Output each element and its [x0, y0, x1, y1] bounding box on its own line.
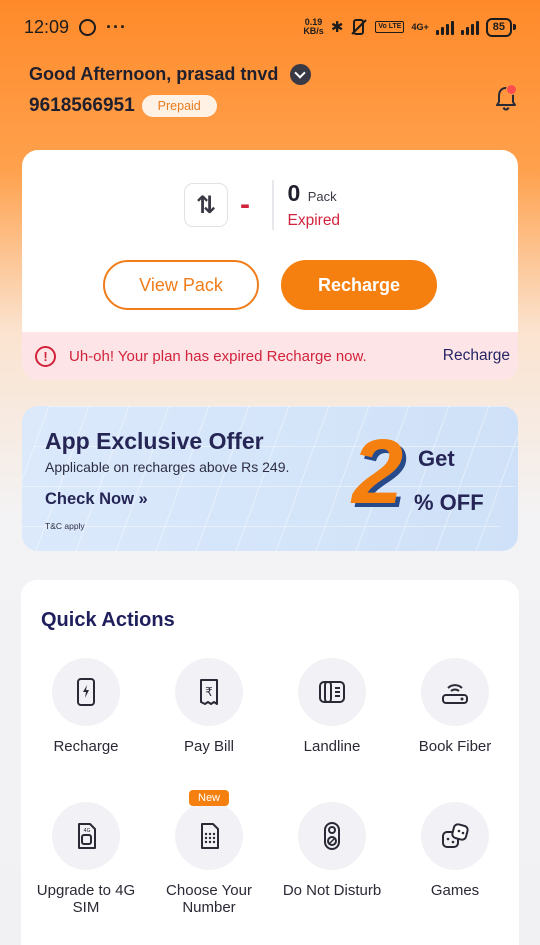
banner-text: Uh-oh! Your plan has expired Recharge no…	[69, 347, 367, 365]
data-balance: -	[240, 188, 250, 221]
signal-icon	[435, 19, 454, 35]
battery-level: 85	[485, 17, 512, 37]
pack-count: 0	[287, 180, 301, 206]
svg-text:₹: ₹	[205, 685, 213, 699]
quick-action-label: Landline	[303, 738, 361, 755]
quick-actions-card: Quick Actions Recharge ₹ Pay Bill Landli…	[21, 580, 519, 945]
quick-action-pay-bill[interactable]: ₹ Pay Bill	[147, 658, 271, 755]
recharge-button[interactable]: Recharge	[281, 260, 437, 310]
pack-status: Expired	[287, 212, 341, 229]
sim-4g-icon: 4G	[78, 823, 96, 849]
alert-icon: !	[35, 345, 56, 367]
quick-action-recharge[interactable]: Recharge	[24, 658, 148, 755]
more-notifications-icon: ···	[106, 17, 128, 37]
plan-expired-banner: ! Uh-oh! Your plan has expired Recharge …	[22, 332, 518, 380]
offer-get-text: Get	[418, 446, 455, 471]
quick-action-label: Book Fiber	[418, 738, 492, 755]
quick-action-label: Choose Your Number	[166, 882, 252, 916]
dnd-icon	[324, 822, 340, 850]
divider	[272, 180, 274, 230]
status-bar: 12:09 ··· 0.19 KB/s ✱ Vo LTE 4G+ 85	[0, 0, 540, 54]
quick-action-games[interactable]: Games	[393, 802, 517, 899]
offer-title: App Exclusive Offer	[45, 428, 264, 454]
plan-type-badge: Prepaid	[141, 95, 217, 117]
phone-number: 9618566951	[29, 95, 135, 116]
offer-terms: T&C apply	[45, 521, 85, 531]
quick-action-upgrade-4g-sim[interactable]: 4G Upgrade to 4G SIM	[24, 802, 148, 916]
pack-label: Pack	[307, 189, 337, 204]
svg-text:4G: 4G	[83, 828, 90, 834]
greeting-text: Good Afternoon, prasad tnvd	[29, 64, 279, 84]
quick-actions-title: Quick Actions	[41, 609, 175, 631]
landline-icon	[319, 681, 345, 703]
sim-number-icon	[201, 823, 219, 849]
chevron-down-icon[interactable]	[290, 64, 312, 85]
quick-action-choose-number[interactable]: Choose Your Number	[147, 802, 271, 916]
whatsapp-icon	[79, 18, 97, 36]
quick-action-do-not-disturb[interactable]: Do Not Disturb	[270, 802, 394, 899]
bluetooth-icon: ✱	[330, 19, 344, 36]
account-number-row: 9618566951 Prepaid	[29, 95, 217, 117]
banner-recharge-link[interactable]: Recharge	[443, 347, 510, 365]
volte-badge: Vo LTE	[375, 21, 405, 33]
offer-banner[interactable]: App Exclusive Offer Applicable on rechar…	[22, 406, 518, 551]
new-badge: New	[189, 790, 230, 806]
pack-summary: ⇅ - 0 Pack Expired	[184, 180, 340, 230]
rupee-bill-icon: ₹	[200, 679, 218, 705]
quick-action-label: Pay Bill	[183, 738, 235, 755]
quick-action-label: Do Not Disturb	[282, 882, 382, 899]
quick-action-landline[interactable]: Landline	[270, 658, 394, 755]
quick-action-label: Recharge	[53, 738, 119, 755]
router-icon	[442, 684, 468, 704]
system-icons: 0.19 KB/s ✱ Vo LTE 4G+ 85	[303, 17, 516, 37]
phone-bolt-icon	[77, 678, 95, 706]
quick-action-label: Games	[430, 882, 480, 899]
offer-subtitle: Applicable on recharges above Rs 249.	[45, 459, 290, 475]
quick-action-label: Upgrade to 4G SIM	[36, 882, 136, 916]
mute-icon	[351, 19, 368, 35]
account-switcher[interactable]: Good Afternoon, prasad tnvd	[29, 64, 312, 85]
view-pack-button[interactable]: View Pack	[103, 260, 259, 310]
games-icon	[442, 823, 469, 848]
network-type: 4G+	[411, 21, 429, 32]
offer-off-text: % OFF	[414, 490, 484, 515]
network-speed: 0.19 KB/s	[303, 17, 324, 36]
signal-icon-2	[460, 19, 479, 35]
pack-card: ⇅ - 0 Pack Expired View Pack Recharge ! …	[22, 150, 518, 380]
pack-info: 0 Pack Expired	[288, 180, 341, 230]
battery-icon: 85	[485, 17, 516, 37]
check-now-link[interactable]: Check Now »	[45, 490, 148, 509]
notification-dot	[506, 84, 517, 95]
data-transfer-icon: ⇅	[184, 183, 228, 227]
quick-action-book-fiber[interactable]: Book Fiber	[393, 658, 517, 755]
notification-icons: ···	[79, 17, 128, 37]
status-time: 12:09	[24, 16, 70, 37]
offer-percentage: 2	[352, 421, 404, 523]
